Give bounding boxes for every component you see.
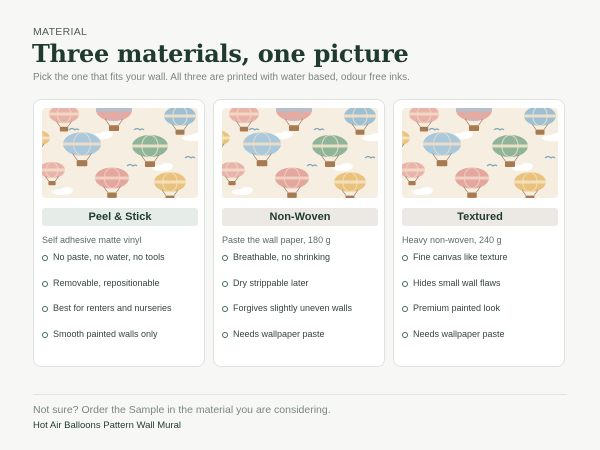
feature-item: Fine canvas like texture <box>402 252 508 278</box>
bullet-icon <box>222 280 228 287</box>
product-name: Hot Air Balloons Pattern Wall Mural <box>33 420 182 431</box>
material-name-pill[interactable]: Peel & Stick <box>42 208 198 226</box>
material-name-pill[interactable]: Non-Woven <box>222 208 378 226</box>
bullet-icon <box>402 280 408 287</box>
feature-list: Fine canvas like texture Hides small wal… <box>402 252 508 354</box>
feature-item: Hides small wall flaws <box>402 278 508 304</box>
material-card-non-woven[interactable]: Non-Woven Paste the wall paper, 180 g Br… <box>213 99 385 367</box>
feature-item: Needs wallpaper paste <box>402 329 508 355</box>
balloon-pattern-image <box>42 108 198 198</box>
divider <box>33 394 567 395</box>
page-title: Three materials, one picture <box>32 39 409 68</box>
feature-list: No paste, no water, no tools Removable, … <box>42 252 172 354</box>
feature-item: Breathable, no shrinking <box>222 252 352 278</box>
sample-note: Not sure? Order the Sample in the materi… <box>33 404 331 416</box>
eyebrow-label: MATERIAL <box>33 26 88 38</box>
feature-item: Dry strippable later <box>222 278 352 304</box>
material-thumbnail <box>42 108 198 198</box>
bullet-icon <box>42 331 48 338</box>
feature-item: Premium painted look <box>402 303 508 329</box>
page-subtitle: Pick the one that fits your wall. All th… <box>33 72 410 83</box>
material-thumbnail <box>222 108 378 198</box>
feature-item: Smooth painted walls only <box>42 329 172 355</box>
bullet-icon <box>402 331 408 338</box>
bullet-icon <box>402 306 408 312</box>
material-cards: Peel & Stick Self adhesive matte vinyl N… <box>33 99 567 369</box>
bullet-icon <box>222 306 228 312</box>
material-name-pill[interactable]: Textured <box>402 208 558 226</box>
material-description: Heavy non-woven, 240 g <box>402 235 502 245</box>
balloon-pattern-image <box>402 108 558 198</box>
feature-item: Best for renters and nurseries <box>42 303 172 329</box>
bullet-icon <box>42 255 48 261</box>
bullet-icon <box>42 280 48 287</box>
feature-list: Breathable, no shrinking Dry strippable … <box>222 252 352 354</box>
material-description: Self adhesive matte vinyl <box>42 235 142 245</box>
feature-item: Needs wallpaper paste <box>222 329 352 355</box>
feature-item: Forgives slightly uneven walls <box>222 303 352 329</box>
bullet-icon <box>42 306 48 312</box>
bullet-icon <box>222 255 228 261</box>
material-description: Paste the wall paper, 180 g <box>222 235 331 245</box>
feature-item: Removable, repositionable <box>42 278 172 304</box>
material-thumbnail <box>402 108 558 198</box>
material-card-textured[interactable]: Textured Heavy non-woven, 240 g Fine can… <box>393 99 565 367</box>
feature-item: No paste, no water, no tools <box>42 252 172 278</box>
balloon-pattern-image <box>222 108 378 198</box>
bullet-icon <box>222 331 228 338</box>
material-card-peel-stick[interactable]: Peel & Stick Self adhesive matte vinyl N… <box>33 99 205 367</box>
bullet-icon <box>402 255 408 261</box>
